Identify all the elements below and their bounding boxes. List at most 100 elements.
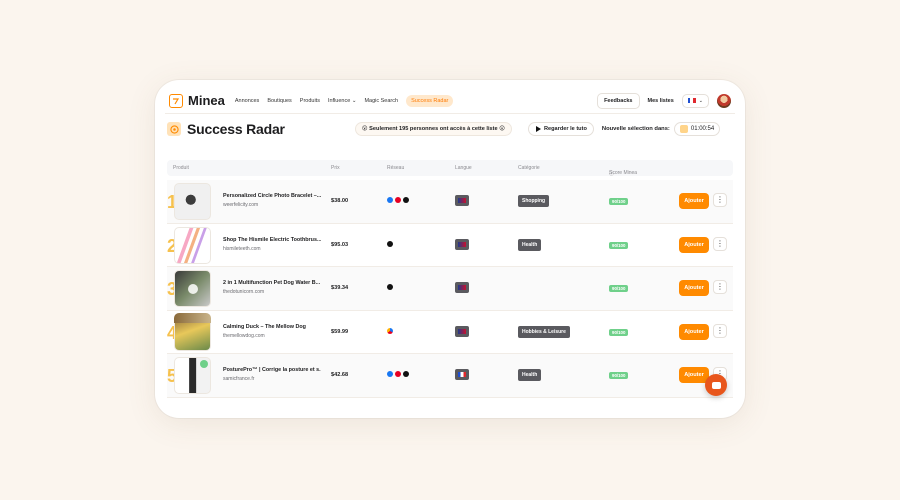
add-button[interactable]: Ajouter	[679, 367, 709, 383]
countdown-timer: 01:00:54	[673, 122, 721, 136]
table-row[interactable]: 4 Calming Duck – The Mellow Dog themello…	[167, 310, 733, 354]
product-thumbnail[interactable]	[174, 313, 211, 323]
product-price: $39.34	[331, 285, 349, 291]
more-options-icon[interactable]: ⋮	[713, 323, 727, 338]
category-badge: Hobbies & Leisure	[518, 325, 570, 338]
promo-badge	[200, 360, 208, 368]
page-title: Success Radar	[187, 121, 285, 137]
play-icon	[188, 284, 198, 294]
uk-flag-icon	[455, 282, 469, 293]
network-icons	[387, 284, 393, 290]
col-language: Langue	[455, 165, 472, 171]
nav-link-success-radar[interactable]: Success Radar	[406, 94, 454, 107]
product-name[interactable]: Calming Duck – The Mellow Dog	[223, 324, 321, 330]
chevron-down-icon: ⌄	[351, 97, 357, 104]
language-select[interactable]: ⌄	[681, 93, 709, 108]
access-notice: 😲 Seulement 195 personnes ont accès à ce…	[354, 122, 512, 136]
tiktok-icon	[387, 240, 393, 247]
my-lists-link[interactable]: Mes listes	[648, 98, 674, 104]
tiktok-icon	[387, 284, 393, 290]
table-row[interactable]: 3 2 in 1 Multifunction Pet Dog Water B..…	[167, 267, 733, 311]
countdown-value: 01:00:54	[690, 126, 715, 132]
facebook-icon	[387, 197, 393, 203]
app-screen: Minea Annonces Boutiques Produits Influe…	[165, 88, 735, 410]
score-badge: 90/100	[609, 328, 629, 336]
pinterest-icon	[395, 371, 401, 377]
minea-logo-icon	[169, 93, 183, 108]
add-button[interactable]: Ajouter	[679, 193, 709, 209]
nav-link-influence[interactable]: Influence ⌄	[328, 98, 356, 104]
watch-tutorial-label: Regarder le tuto	[543, 126, 587, 132]
nav-link-magic-search[interactable]: Magic Search	[364, 98, 398, 104]
uk-flag-icon	[455, 238, 469, 250]
nav-link-influence-label: Influence	[327, 97, 351, 104]
hourglass-icon	[679, 125, 688, 133]
nav-link-annonces[interactable]: Annonces	[235, 98, 259, 104]
category-badge: Health	[518, 238, 542, 251]
more-options-icon[interactable]: ⋮	[713, 280, 727, 294]
add-button[interactable]: Ajouter	[679, 323, 709, 340]
table-row[interactable]: 5 PosturePro™ | Corrige la posture et s.…	[167, 354, 733, 398]
more-options-icon[interactable]: ⋮	[713, 236, 727, 251]
play-icon	[535, 126, 541, 132]
tiktok-icon	[403, 197, 409, 203]
product-price: $59.99	[331, 328, 349, 335]
product-thumbnail[interactable]	[174, 270, 211, 307]
col-category: Catégorie	[518, 165, 540, 171]
shop-domain[interactable]: hismileteeth.com	[223, 246, 261, 252]
avatar[interactable]	[717, 93, 731, 108]
product-thumbnail[interactable]	[174, 183, 211, 220]
pinterest-icon	[395, 197, 401, 203]
chevron-down-icon: ⌄	[698, 97, 703, 104]
product-name[interactable]: Shop The Hismile Electric Toothbrus...	[223, 237, 321, 243]
product-price: $42.68	[331, 372, 349, 378]
brand-name: Minea	[188, 93, 225, 108]
brand[interactable]: Minea	[169, 93, 225, 108]
product-thumbnail[interactable]	[174, 357, 211, 394]
shop-domain[interactable]: thedotunicorn.com	[223, 289, 264, 295]
product-name[interactable]: PosturePro™ | Corrige la posture et s...	[223, 367, 321, 373]
radar-icon	[167, 122, 181, 136]
category-badge: Health	[518, 369, 542, 381]
add-button[interactable]: Ajouter	[679, 280, 709, 296]
france-flag-icon	[455, 369, 469, 380]
table-row[interactable]: 2 Shop The Hismile Electric Toothbrus...…	[167, 223, 733, 267]
table-header: Produit Prix Réseau Langue Catégorie Sco…	[167, 160, 733, 177]
col-network: Réseau	[387, 165, 405, 171]
network-icons	[387, 327, 393, 334]
product-name[interactable]: Personalized Circle Photo Bracelet –...	[223, 193, 321, 199]
network-icons	[387, 197, 409, 203]
score-badge: 90/100	[609, 198, 629, 205]
product-price: $95.03	[331, 241, 349, 248]
uk-flag-icon	[455, 325, 469, 337]
info-icon: ⓘ	[609, 171, 615, 177]
shop-domain[interactable]: samicfrance.fr	[223, 376, 254, 382]
france-flag-icon	[687, 98, 696, 103]
product-price: $38.00	[331, 198, 349, 204]
feedbacks-button[interactable]: Feedbacks	[597, 92, 640, 109]
shop-domain[interactable]: themellowdog.com	[223, 333, 265, 339]
nav-link-produits[interactable]: Produits	[300, 98, 320, 104]
product-thumbnail[interactable]	[174, 226, 211, 264]
score-badge: 90/100	[609, 372, 629, 379]
multi-network-icon	[387, 327, 393, 334]
uk-flag-icon	[455, 195, 469, 206]
facebook-icon	[387, 371, 393, 377]
more-options-icon[interactable]: ⋮	[713, 193, 727, 207]
top-nav: Minea Annonces Boutiques Produits Influe…	[165, 88, 735, 114]
product-name[interactable]: 2 in 1 Multifunction Pet Dog Water B...	[223, 280, 321, 286]
nav-right: Feedbacks Mes listes ⌄	[597, 92, 731, 109]
watch-tutorial-button[interactable]: Regarder le tuto	[527, 122, 594, 136]
tiktok-icon	[403, 371, 409, 377]
nav-link-boutiques[interactable]: Boutiques	[267, 98, 291, 104]
add-button[interactable]: Ajouter	[679, 236, 709, 253]
score-badge: 90/100	[609, 285, 629, 292]
score-badge: 90/100	[609, 241, 629, 249]
shop-domain[interactable]: weerfelicity.com	[223, 202, 258, 208]
category-badge: Shopping	[518, 195, 550, 207]
network-icons	[387, 240, 393, 247]
chat-bubble-icon	[711, 381, 721, 389]
table-row[interactable]: 1 Personalized Circle Photo Bracelet –..…	[167, 180, 733, 224]
chat-button[interactable]	[705, 374, 727, 396]
product-table: 1 Personalized Circle Photo Bracelet –..…	[167, 180, 733, 398]
